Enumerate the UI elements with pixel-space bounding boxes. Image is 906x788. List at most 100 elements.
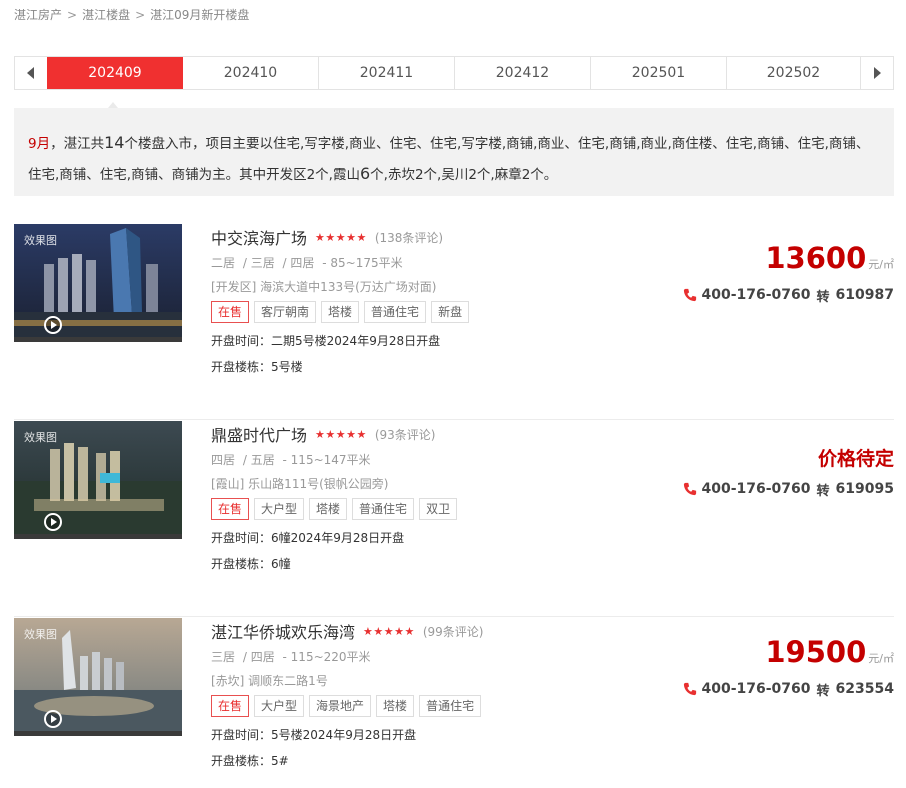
review-count-link[interactable]: (99条评论)	[423, 623, 484, 640]
status-badge: 在售	[211, 498, 250, 520]
month-tab-bar: 202409 202410 202411 202412 202501 20250…	[14, 56, 894, 90]
breadcrumb-link-home[interactable]: 湛江房产	[14, 8, 62, 22]
feature-badge: 塔楼	[321, 301, 360, 323]
breadcrumb-separator: >	[135, 8, 146, 22]
price-value: 13600	[765, 241, 867, 275]
open-building: 开盘楼栋：6幢	[211, 554, 681, 574]
tab-month-5[interactable]: 202502	[727, 57, 861, 89]
summary-xiashan-count: 6	[359, 164, 371, 183]
listing-item: 效果图 湛江华侨城欢乐海湾 ★★★★★ (99条评论) 三居 / 四居 - 11…	[14, 618, 894, 788]
listing-badges: 在售 大户型 海景地产 塔楼 普通住宅	[211, 695, 681, 717]
thumbnail-tag: 效果图	[24, 431, 57, 444]
listing-spec: 二居 / 三居 / 四居 - 85~175平米	[211, 253, 681, 273]
tab-month-2[interactable]: 202411	[319, 57, 455, 89]
room-type: / 三居	[242, 256, 275, 270]
listing-badges: 在售 大户型 塔楼 普通住宅 双卫	[211, 498, 681, 520]
next-month-button[interactable]	[861, 57, 893, 89]
breadcrumb-separator: >	[67, 8, 78, 22]
open-building-label: 开盘楼栋：	[211, 754, 272, 768]
play-icon[interactable]	[44, 513, 62, 531]
listing-thumbnail[interactable]: 效果图	[14, 224, 182, 342]
play-icon[interactable]	[44, 316, 62, 334]
thumbnail-tag: 效果图	[24, 234, 57, 247]
open-time-value: 5号楼2024年9月28日开盘	[271, 728, 417, 742]
open-time: 开盘时间：5号楼2024年9月28日开盘	[211, 725, 681, 745]
listing-title[interactable]: 鼎盛时代广场	[211, 422, 307, 446]
tab-month-0[interactable]: 202409	[47, 57, 183, 89]
tab-month-4[interactable]: 202501	[591, 57, 727, 89]
phone-icon	[684, 682, 697, 696]
status-badge: 在售	[211, 695, 250, 717]
thumbnail-bottom-bar	[14, 337, 182, 342]
listing-address: [霞山] 乐山路111号(银帆公园旁)	[211, 477, 389, 491]
phone-contact[interactable]: 400-176-0760 转 619095	[674, 479, 894, 499]
room-type: / 五居	[242, 453, 275, 467]
phone-icon	[684, 482, 697, 496]
open-time: 开盘时间：二期5号楼2024年9月28日开盘	[211, 331, 681, 351]
phone-contact[interactable]: 400-176-0760 转 610987	[674, 285, 894, 305]
room-type: 二居	[211, 256, 236, 270]
room-type: / 四居	[282, 256, 315, 270]
price-unit: 元/㎡	[868, 258, 894, 271]
feature-badge: 双卫	[419, 498, 458, 520]
price-unit: 元/㎡	[868, 652, 894, 665]
listing-address: [赤坎] 调顺东二路1号	[211, 674, 328, 688]
phone-ext-sep: 转	[816, 483, 830, 499]
open-time-label: 开盘时间：	[211, 728, 272, 742]
phone-number: 400-176-0760	[701, 287, 811, 303]
summary-text: 个,赤坎2个,吴川2个,麻章2个。	[370, 167, 558, 183]
room-type: 三居	[211, 650, 236, 664]
review-count-link[interactable]: (138条评论)	[375, 229, 443, 246]
listing-title[interactable]: 中交滨海广场	[211, 225, 307, 249]
summary-text: ，湛江共	[50, 136, 105, 152]
room-type: / 四居	[242, 650, 275, 664]
phone-ext-sep: 转	[816, 683, 830, 699]
open-time-value: 6幢2024年9月28日开盘	[271, 531, 405, 545]
listing-spec: 三居 / 四居 - 115~220平米	[211, 647, 681, 667]
price: 19500 元/㎡	[674, 632, 894, 679]
listing-badges: 在售 客厅朝南 塔楼 普通住宅 新盘	[211, 301, 681, 323]
price: 13600 元/㎡	[674, 238, 894, 285]
thumbnail-bottom-bar	[14, 534, 182, 539]
open-time: 开盘时间：6幢2024年9月28日开盘	[211, 528, 681, 548]
review-count-link[interactable]: (93条评论)	[375, 426, 436, 443]
listing-thumbnail[interactable]: 效果图	[14, 421, 182, 539]
feature-badge: 海景地产	[309, 695, 372, 717]
tab-month-1[interactable]: 202410	[183, 57, 319, 89]
summary-count: 14	[104, 133, 125, 152]
month-summary: 9月，湛江共14个楼盘入市，项目主要以住宅,写字楼,商业、住宅、住宅,写字楼,商…	[14, 108, 894, 196]
room-type: 四居	[211, 453, 236, 467]
listing-info: 鼎盛时代广场 ★★★★★ (93条评论) 四居 / 五居 - 115~147平米…	[211, 421, 681, 574]
area-range: - 115~147平米	[282, 453, 371, 467]
feature-badge: 客厅朝南	[254, 301, 317, 323]
area-range: - 85~175平米	[322, 256, 403, 270]
prev-month-button[interactable]	[15, 57, 47, 89]
phone-ext-sep: 转	[816, 289, 830, 305]
price-box: 13600 元/㎡ 400-176-0760 转 610987	[674, 238, 894, 305]
listing-title[interactable]: 湛江华侨城欢乐海湾	[211, 619, 355, 643]
price-box: 19500 元/㎡ 400-176-0760 转 623554	[674, 632, 894, 699]
feature-badge: 塔楼	[309, 498, 348, 520]
area-range: - 115~220平米	[282, 650, 371, 664]
phone-contact[interactable]: 400-176-0760 转 623554	[674, 679, 894, 699]
chevron-right-icon	[874, 67, 881, 79]
price-pending: 价格待定	[817, 448, 894, 470]
feature-badge: 普通住宅	[352, 498, 415, 520]
feature-badge: 普通住宅	[364, 301, 427, 323]
price-value: 19500	[765, 635, 867, 669]
rating-stars: ★★★★★	[315, 427, 367, 441]
listing-thumbnail[interactable]: 效果图	[14, 618, 182, 736]
tab-month-3[interactable]: 202412	[455, 57, 591, 89]
open-building-value: 5号楼	[271, 360, 303, 374]
open-building-value: 6幢	[271, 557, 291, 571]
open-building-value: 5#	[271, 754, 289, 768]
open-building-label: 开盘楼栋：	[211, 360, 272, 374]
phone-icon	[684, 288, 697, 302]
listing-spec: 四居 / 五居 - 115~147平米	[211, 450, 681, 470]
breadcrumb-link-listings[interactable]: 湛江楼盘	[82, 8, 130, 22]
phone-extension: 610987	[835, 287, 894, 303]
feature-badge: 普通住宅	[419, 695, 482, 717]
feature-badge: 大户型	[254, 695, 305, 717]
play-icon[interactable]	[44, 710, 62, 728]
listing-item: 效果图 中交滨海广场 ★★★★★ (138条评论) 二居 / 三居 / 四居 -…	[14, 224, 894, 420]
